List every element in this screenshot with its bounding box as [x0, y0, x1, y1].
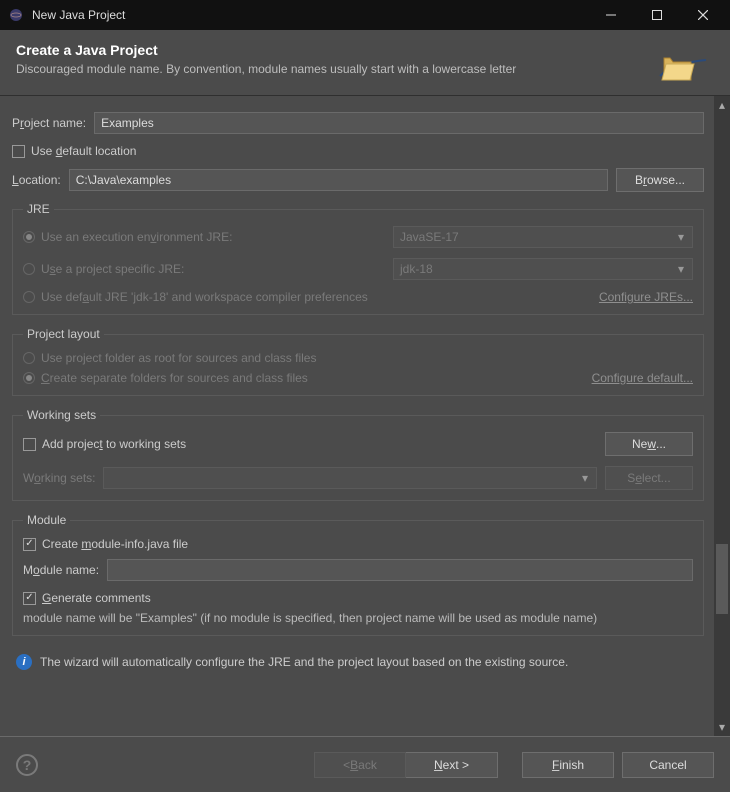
info-message: i The wizard will automatically configur…	[12, 648, 704, 672]
working-sets-select[interactable]: ▾	[103, 467, 597, 489]
checkbox-icon	[23, 538, 36, 551]
close-button[interactable]	[680, 0, 726, 30]
location-label: Location:	[12, 173, 61, 187]
page-subtitle: Discouraged module name. By convention, …	[16, 62, 714, 76]
scroll-up-icon[interactable]: ▴	[715, 98, 729, 112]
browse-button[interactable]: Browse...	[616, 168, 704, 192]
checkbox-icon	[23, 438, 36, 451]
layout-legend: Project layout	[23, 327, 104, 341]
checkbox-icon	[23, 592, 36, 605]
window-title: New Java Project	[32, 8, 588, 22]
module-name-input[interactable]	[107, 559, 693, 581]
use-default-location-checkbox[interactable]: Use default location	[12, 144, 704, 158]
chevron-down-icon: ▾	[672, 228, 690, 246]
next-button[interactable]: Next >	[406, 752, 498, 778]
wizard-footer: ? < Back Next > Finish Cancel	[0, 736, 730, 792]
new-working-set-button[interactable]: New...	[605, 432, 693, 456]
eclipse-icon	[8, 7, 24, 23]
module-hint: module name will be "Examples" (if no mo…	[23, 611, 693, 625]
configure-default-link[interactable]: Configure default...	[592, 371, 693, 385]
jre-project-select[interactable]: jdk-18 ▾	[393, 258, 693, 280]
scroll-down-icon[interactable]: ▾	[715, 720, 729, 734]
jre-group: JRE Use an execution environment JRE: Ja…	[12, 202, 704, 315]
radio-icon	[23, 231, 35, 243]
checkbox-icon	[12, 145, 25, 158]
select-working-sets-button[interactable]: Select...	[605, 466, 693, 490]
module-name-label: Module name:	[23, 563, 99, 577]
add-to-working-sets-checkbox[interactable]: Add project to working sets	[23, 437, 186, 451]
back-button[interactable]: < Back	[314, 752, 406, 778]
chevron-down-icon: ▾	[672, 260, 690, 278]
working-sets-label: Working sets:	[23, 471, 95, 485]
generate-comments-checkbox[interactable]: Generate comments	[23, 591, 693, 605]
create-module-info-checkbox[interactable]: Create module-info.java file	[23, 537, 693, 551]
maximize-button[interactable]	[634, 0, 680, 30]
radio-icon	[23, 263, 35, 275]
jre-env-select[interactable]: JavaSE-17 ▾	[393, 226, 693, 248]
module-legend: Module	[23, 513, 70, 527]
working-sets-legend: Working sets	[23, 408, 100, 422]
project-name-input[interactable]	[94, 112, 704, 134]
minimize-button[interactable]	[588, 0, 634, 30]
configure-jres-link[interactable]: Configure JREs...	[599, 290, 693, 304]
jre-project-radio[interactable]: Use a project specific JRE:	[23, 262, 184, 276]
jre-env-radio[interactable]: Use an execution environment JRE:	[23, 230, 232, 244]
working-sets-group: Working sets Add project to working sets…	[12, 408, 704, 501]
wizard-content: Project name: Use default location Locat…	[0, 96, 714, 736]
layout-root-radio[interactable]: Use project folder as root for sources a…	[23, 351, 693, 365]
page-title: Create a Java Project	[16, 42, 714, 58]
finish-button[interactable]: Finish	[522, 752, 614, 778]
radio-icon	[23, 291, 35, 303]
help-icon[interactable]: ?	[16, 754, 38, 776]
module-group: Module Create module-info.java file Modu…	[12, 513, 704, 636]
cancel-button[interactable]: Cancel	[622, 752, 714, 778]
folder-icon	[658, 36, 712, 89]
scroll-thumb[interactable]	[716, 544, 728, 614]
jre-default-radio[interactable]: Use default JRE 'jdk-18' and workspace c…	[23, 290, 368, 304]
title-bar: New Java Project	[0, 0, 730, 30]
location-input[interactable]	[69, 169, 608, 191]
project-layout-group: Project layout Use project folder as roo…	[12, 327, 704, 396]
chevron-down-icon: ▾	[576, 469, 594, 487]
scroll-track[interactable]	[714, 114, 730, 718]
radio-icon	[23, 372, 35, 384]
vertical-scrollbar[interactable]: ▴ ▾	[714, 96, 730, 736]
jre-legend: JRE	[23, 202, 54, 216]
project-name-label: Project name:	[12, 116, 86, 130]
radio-icon	[23, 352, 35, 364]
info-icon: i	[16, 654, 32, 670]
layout-separate-radio[interactable]: Create separate folders for sources and …	[23, 371, 308, 385]
wizard-header: Create a Java Project Discouraged module…	[0, 30, 730, 96]
